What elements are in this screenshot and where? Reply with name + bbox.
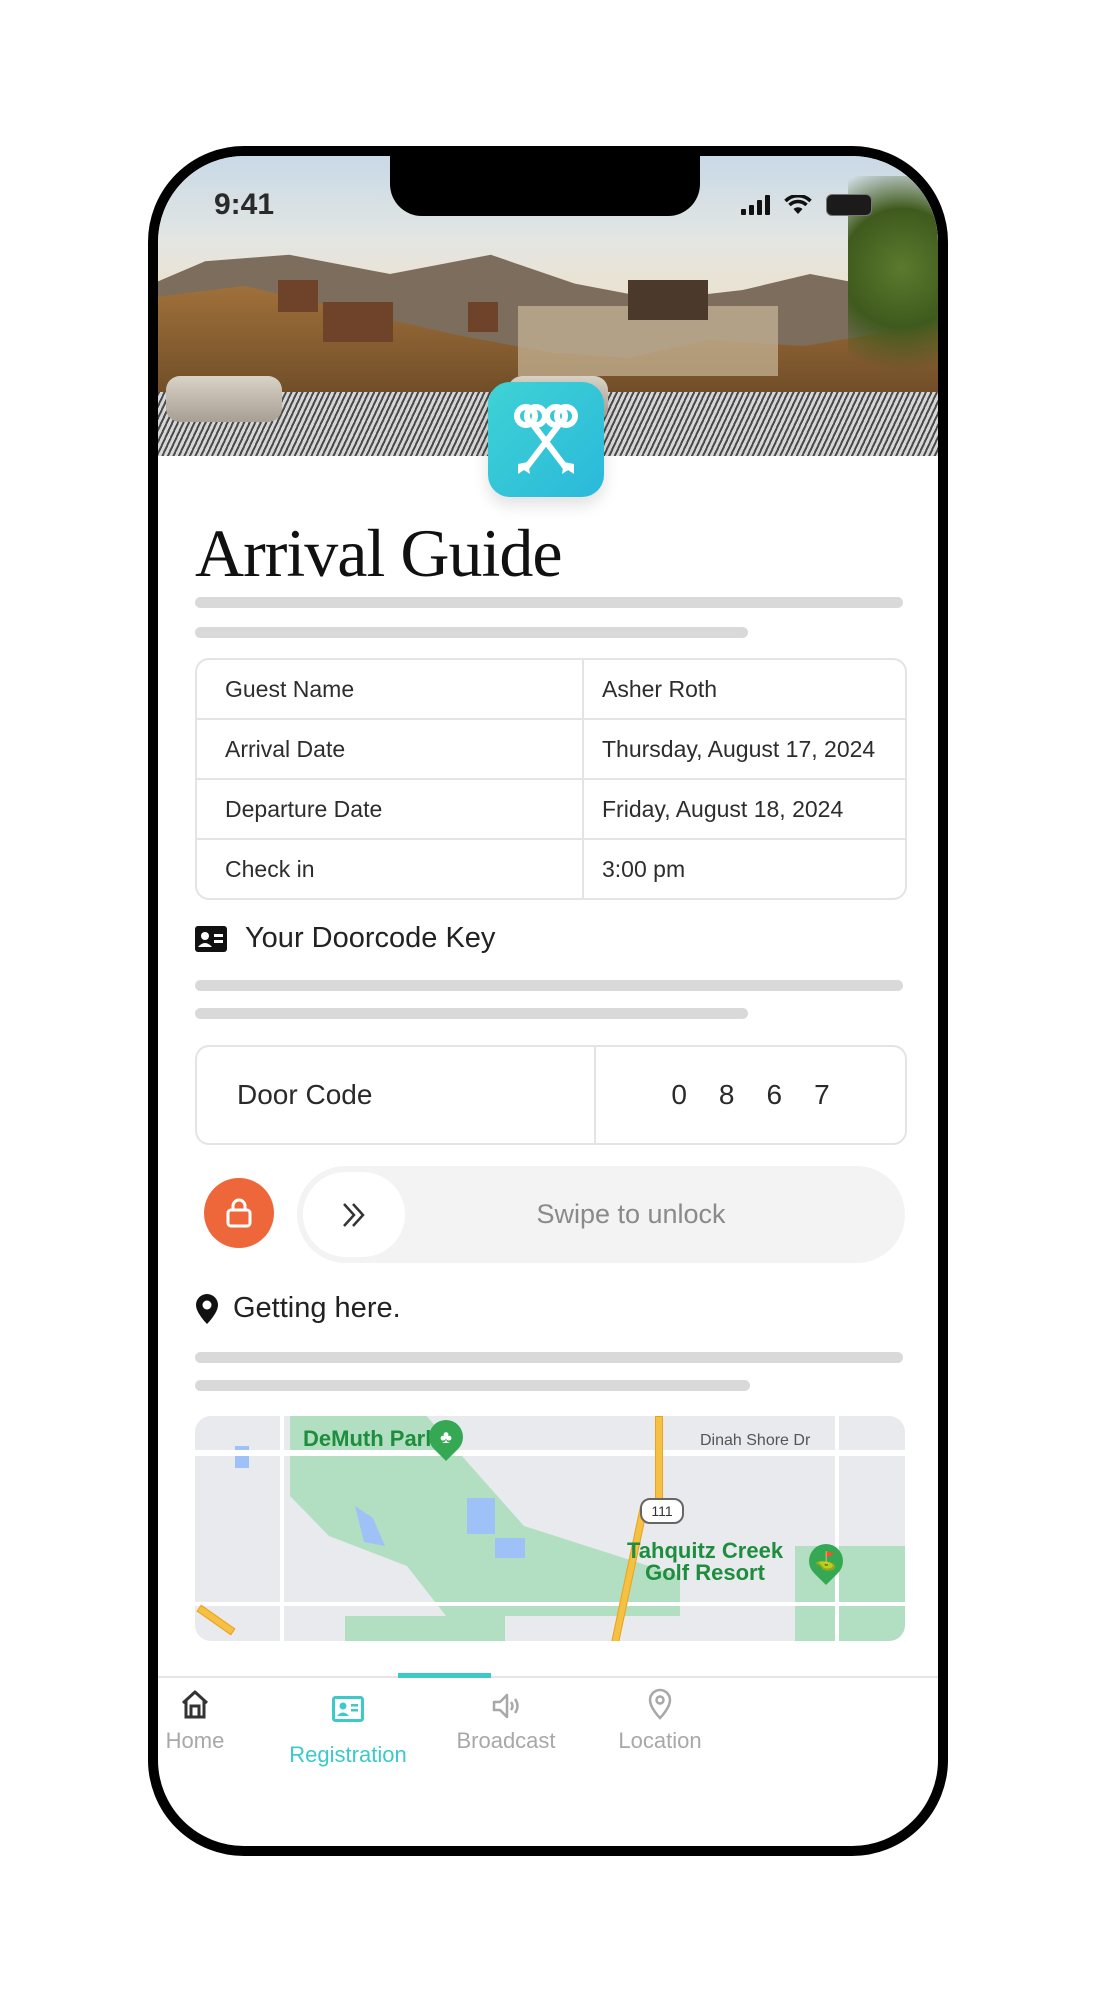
golf-pin-icon[interactable]: ⛳ [801, 1536, 851, 1586]
skeleton-line [195, 627, 748, 638]
door-code-digit: 0 [671, 1079, 687, 1110]
skeleton-line [195, 1380, 750, 1391]
crossed-keys-icon [488, 382, 604, 497]
towel [166, 376, 282, 422]
swipe-to-unlock-slider[interactable]: Swipe to unlock [297, 1166, 905, 1263]
id-card-icon [332, 1696, 364, 1722]
location-pin-icon [648, 1688, 672, 1720]
door-code-label: Door Code [197, 1047, 596, 1143]
row-value: Friday, August 18, 2024 [602, 795, 844, 822]
battery-icon [826, 194, 872, 216]
park-label: DeMuth Park [303, 1426, 438, 1451]
door-code-digit: 8 [718, 1079, 735, 1110]
wifi-icon [784, 195, 812, 214]
speaker-icon [492, 1693, 519, 1719]
tab-broadcast[interactable]: Broadcast [426, 1692, 586, 1754]
tab-bar-divider [158, 1676, 938, 1678]
active-tab-indicator [398, 1673, 491, 1678]
street-label: Dinah Shore Dr [700, 1432, 811, 1449]
highway-shield: 111 [640, 1498, 684, 1524]
double-chevron-right-icon [343, 1202, 365, 1227]
highway-111 [655, 1416, 663, 1508]
row-label: Guest Name [197, 660, 584, 718]
notch [390, 156, 700, 216]
row-value: 3:00 pm [602, 855, 686, 882]
table-row: Arrival Date Thursday, August 17, 2024 [197, 718, 905, 778]
guest-info-table: Guest Name Asher Roth Arrival Date Thurs… [195, 658, 907, 900]
row-label: Departure Date [197, 780, 584, 838]
row-value: Thursday, August 17, 2024 [602, 735, 876, 762]
location-map[interactable]: 111 DeMuth Park ♣ Dinah Shore Dr Tahquit… [195, 1416, 905, 1641]
tab-label: Home [165, 1728, 225, 1753]
row-value: Asher Roth [602, 675, 718, 702]
doorcode-heading-text: Your Doorcode Key [245, 922, 496, 954]
tab-home[interactable]: Home [158, 1690, 275, 1754]
lock-button[interactable] [204, 1178, 274, 1248]
skeleton-line [195, 597, 903, 608]
map-pin-icon [196, 1293, 218, 1324]
door-code-digits: 0 8 6 7 [596, 1047, 905, 1143]
lock-icon [226, 1198, 252, 1228]
id-card-icon [195, 925, 227, 952]
getting-here-heading: Getting here. [195, 1292, 401, 1325]
tab-label: Broadcast [456, 1728, 556, 1753]
tab-registration[interactable]: Registration [268, 1696, 428, 1768]
home-icon [181, 1690, 209, 1719]
page-title: Arrival Guide [195, 515, 563, 591]
status-time: 9:41 [214, 188, 275, 221]
status-icons [741, 194, 872, 216]
skeleton-line [195, 1352, 903, 1363]
tab-label: Location [618, 1728, 702, 1753]
table-row: Departure Date Friday, August 18, 2024 [197, 778, 905, 838]
golf-label: Tahquitz Creek Golf Resort [627, 1538, 784, 1585]
door-code-digit: 6 [766, 1079, 783, 1110]
app-screen: 9:41 Arrival Guide Guest Name Asher Roth… [158, 156, 938, 1846]
cellular-signal-icon [741, 195, 770, 215]
table-row: Check in 3:00 pm [197, 838, 905, 898]
skeleton-line [195, 980, 903, 991]
tab-label: Registration [289, 1742, 407, 1767]
row-label: Check in [197, 840, 584, 898]
doorcode-heading: Your Doorcode Key [195, 922, 495, 955]
door-code-box: Door Code 0 8 6 7 [195, 1045, 907, 1145]
getting-here-text: Getting here. [233, 1292, 401, 1324]
tab-location[interactable]: Location [580, 1688, 740, 1754]
phone-frame: 9:41 Arrival Guide Guest Name Asher Roth… [148, 146, 948, 1856]
table-row: Guest Name Asher Roth [197, 660, 905, 718]
door-code-digit: 7 [814, 1079, 830, 1110]
skeleton-line [195, 1008, 748, 1019]
row-label: Arrival Date [197, 720, 584, 778]
swipe-knob[interactable] [303, 1172, 405, 1257]
